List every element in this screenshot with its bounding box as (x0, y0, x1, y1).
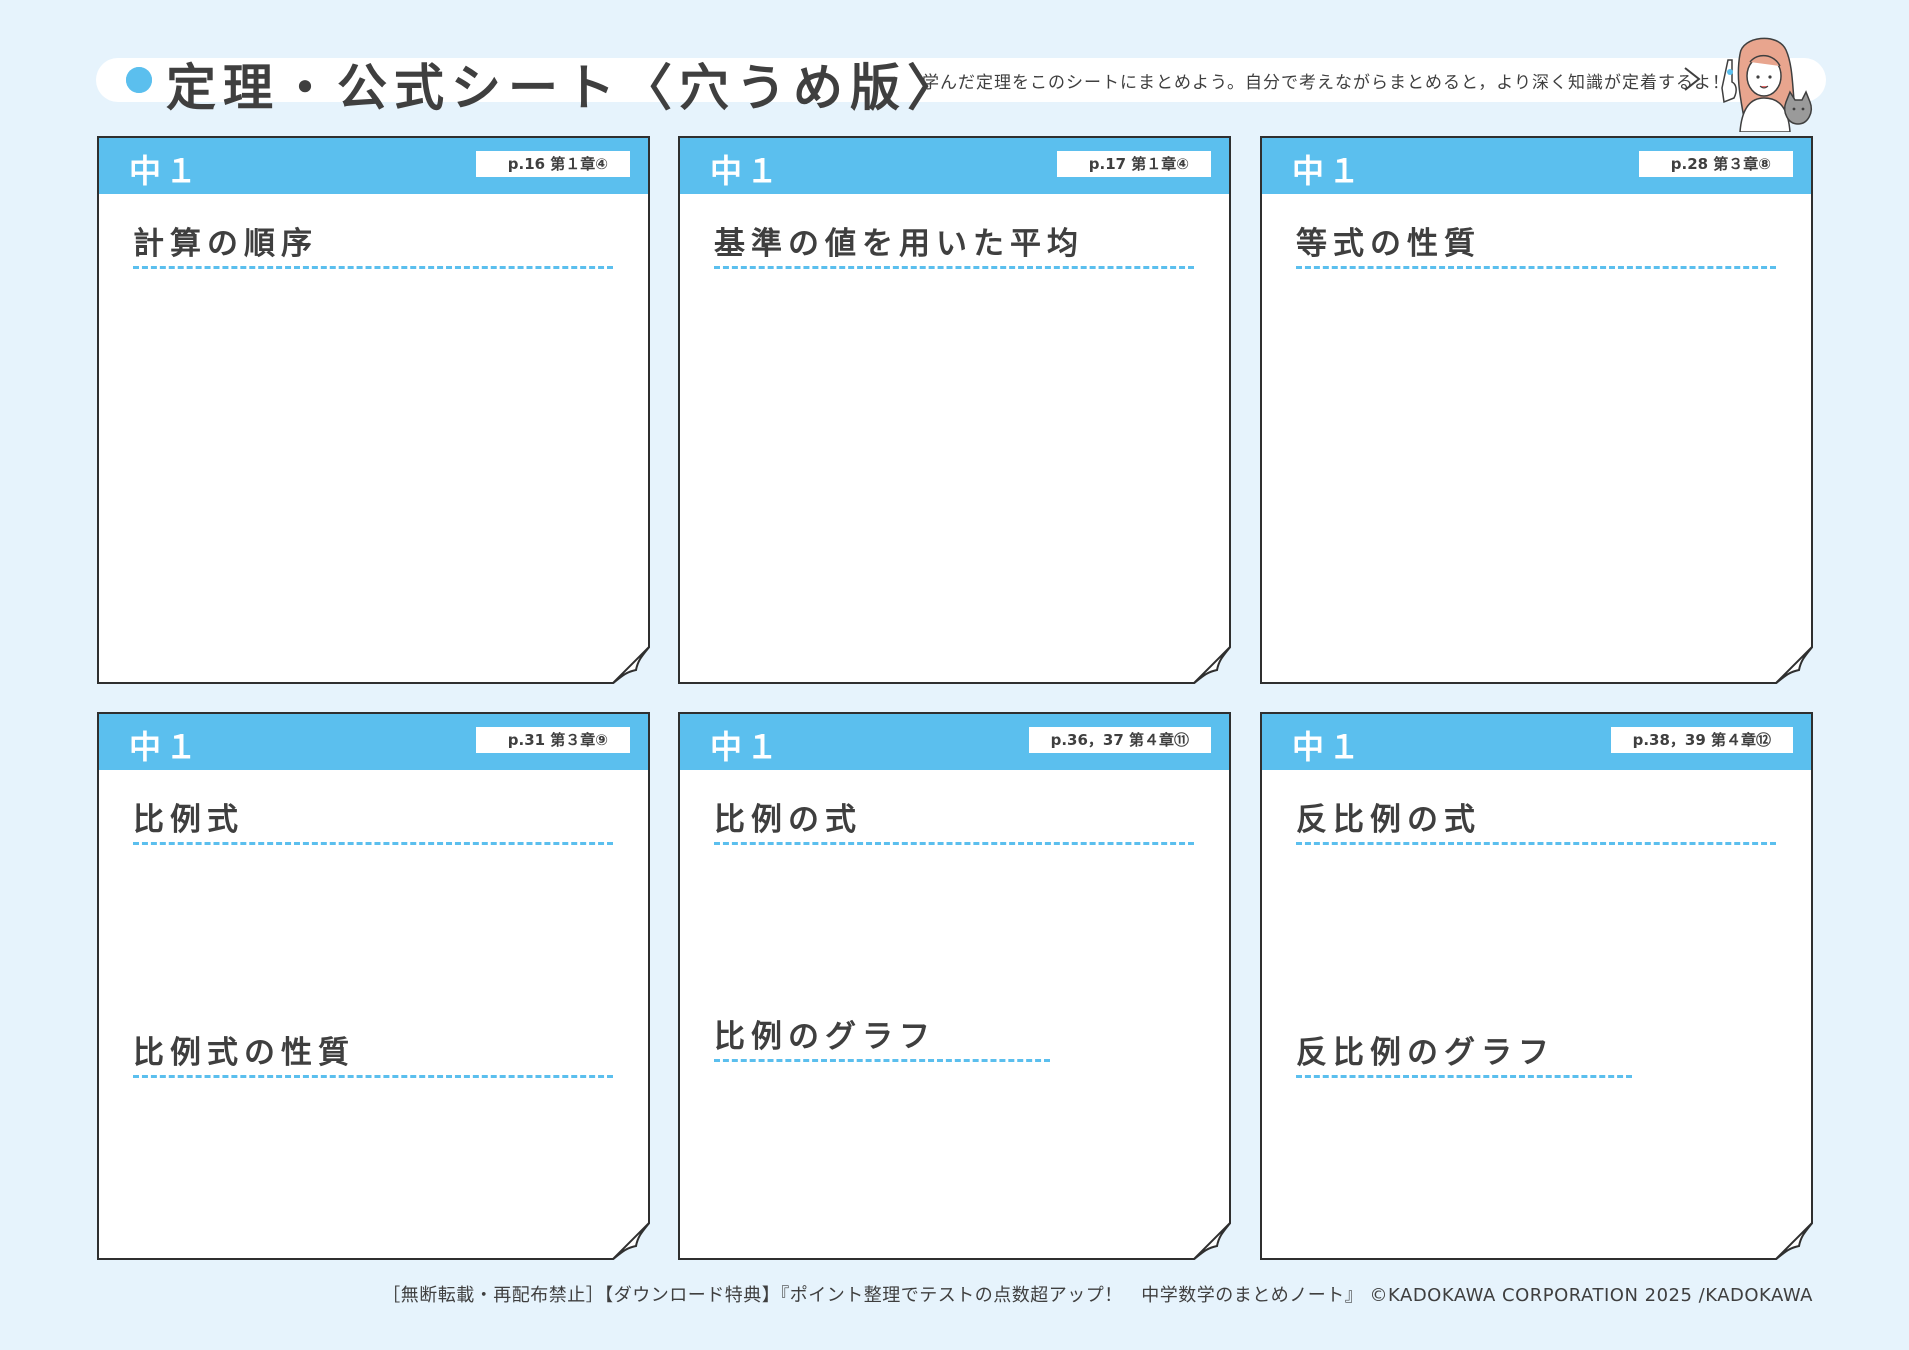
card-header: 中１ p.17 第１章④ (680, 138, 1229, 194)
formula-card-2: 中１ p.17 第１章④ 基準の値を用いた平均 (678, 136, 1231, 684)
formula-card-4: 中１ p.31 第３章⑨ 比例式 比例式の性質 (97, 712, 650, 1260)
topic-underline (133, 842, 613, 845)
grade-label: 中１ (1292, 152, 1365, 190)
formula-card-6: 中１ p.38，39 第４章⑫ 反比例の式 反比例のグラフ (1260, 712, 1813, 1260)
girl-with-cat-illustration (1721, 37, 1812, 132)
grade-label: 中１ (710, 152, 783, 190)
card-header: 中１ p.31 第３章⑨ (99, 714, 648, 770)
topic-underline (714, 842, 1194, 845)
card-header: 中１ p.38，39 第４章⑫ (1262, 714, 1811, 770)
page-curl-icon (1775, 1222, 1813, 1260)
topic-title: 比例のグラフ (714, 1019, 936, 1055)
page-reference: p.38，39 第４章⑫ (1610, 727, 1793, 753)
page-reference: p.36，37 第４章⑪ (1028, 727, 1211, 753)
copyright-footer: ［無断転載・再配布禁止］【ダウンロード特典】『ポイント整理でテストの点数超アップ… (382, 1285, 1813, 1306)
topic-underline (133, 1075, 613, 1078)
formula-card-1: 中１ p.16 第１章④ 計算の順序 (97, 136, 650, 684)
topic-title: 反比例の式 (1296, 802, 1481, 838)
grade-label: 中１ (129, 728, 202, 766)
page-reference: p.17 第１章④ (1057, 151, 1211, 177)
topic-title: 基準の値を用いた平均 (714, 226, 1084, 262)
page-curl-icon (1193, 646, 1231, 684)
page-reference: p.28 第３章⑧ (1639, 151, 1793, 177)
page-curl-icon (1775, 646, 1813, 684)
page-curl-icon (612, 1222, 650, 1260)
topic-underline (714, 1059, 1050, 1062)
topic-underline (1296, 1075, 1632, 1078)
topic-title: 比例式 (133, 802, 244, 838)
formula-card-5: 中１ p.36，37 第４章⑪ 比例の式 比例のグラフ (678, 712, 1231, 1260)
topic-underline (714, 266, 1194, 269)
topic-title: 等式の性質 (1296, 226, 1481, 262)
topic-underline (133, 266, 613, 269)
page-reference: p.31 第３章⑨ (476, 727, 630, 753)
card-header: 中１ p.28 第３章⑧ (1262, 138, 1811, 194)
chevron-right-icon (1684, 67, 1701, 91)
card-header: 中１ p.36，37 第４章⑪ (680, 714, 1229, 770)
page-subtitle: 学んだ定理をこのシートにまとめよう。自分で考えながらまとめると，より深く知識が定… (922, 73, 1730, 93)
bullet-dot-icon (126, 67, 152, 93)
grade-label: 中１ (710, 728, 783, 766)
topic-title: 計算の順序 (133, 226, 318, 262)
page-curl-icon (612, 646, 650, 684)
page-curl-icon (1193, 1222, 1231, 1260)
topic-title: 反比例のグラフ (1296, 1035, 1555, 1071)
topic-title: 比例の式 (714, 802, 862, 838)
topic-title: 比例式の性質 (133, 1035, 355, 1071)
topic-underline (1296, 266, 1776, 269)
topic-underline (1296, 842, 1776, 845)
page-reference: p.16 第１章④ (476, 151, 630, 177)
page-title: 定理・公式シート〈穴うめ版〉 (166, 59, 964, 117)
grade-label: 中１ (1292, 728, 1365, 766)
formula-card-3: 中１ p.28 第３章⑧ 等式の性質 (1260, 136, 1813, 684)
card-header: 中１ p.16 第１章④ (99, 138, 648, 194)
grade-label: 中１ (129, 152, 202, 190)
